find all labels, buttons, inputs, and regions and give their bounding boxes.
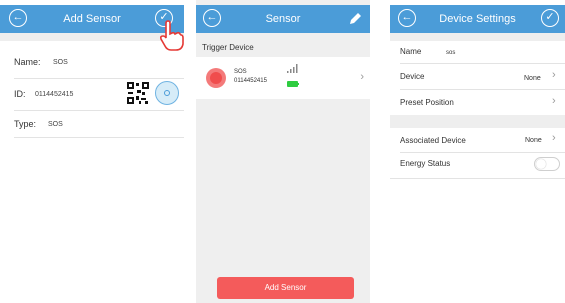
header-bar: ← Add Sensor ✓ (0, 5, 184, 33)
name-field[interactable]: sos (446, 50, 455, 56)
header-bar: ← Sensor (196, 5, 370, 33)
chevron-right-icon: › (552, 132, 556, 144)
associated-device-row[interactable]: Associated Device None › (390, 128, 565, 152)
section-divider (390, 115, 565, 128)
id-label: ID: (14, 89, 26, 99)
divider (14, 78, 184, 79)
device-id: 0114452415 (234, 78, 267, 84)
header-divider (390, 33, 565, 41)
battery-icon (287, 81, 299, 87)
divider (14, 137, 184, 138)
qr-code-icon[interactable] (126, 81, 150, 105)
preset-position-row[interactable]: Preset Position › (390, 90, 565, 114)
energy-status-toggle[interactable] (534, 157, 560, 171)
associated-label: Associated Device (400, 136, 466, 145)
header-divider (0, 33, 184, 41)
hand-cursor-icon (159, 20, 184, 51)
check-icon[interactable]: ✓ (541, 9, 559, 27)
scan-icon[interactable] (155, 81, 179, 105)
device-name: SOS (234, 69, 247, 75)
signal-icon (287, 64, 298, 73)
type-label: Type: (14, 119, 37, 129)
associated-value: None (525, 137, 542, 144)
device-settings-screen: ← Device Settings ✓ Name sos Device None… (390, 0, 565, 303)
edit-icon[interactable] (349, 12, 362, 25)
device-row[interactable]: Device None › (390, 64, 565, 88)
type-field[interactable]: SOS (48, 121, 63, 128)
name-label: Name (400, 47, 422, 56)
chevron-right-icon: › (552, 95, 556, 107)
divider (400, 152, 565, 153)
name-field[interactable]: SOS (53, 59, 68, 66)
chevron-right-icon: › (360, 71, 364, 83)
sensor-screen: ← Sensor Trigger Device SOS 0114452415 ›… (196, 0, 370, 303)
section-label: Trigger Device (202, 43, 254, 52)
page-title: Device Settings (439, 13, 516, 25)
add-sensor-screen: ← Add Sensor ✓ Name: SOS ID: 0114452415 … (0, 0, 184, 303)
header-bar: ← Device Settings ✓ (390, 5, 565, 33)
preset-label: Preset Position (400, 98, 454, 107)
add-sensor-button[interactable]: Add Sensor (217, 277, 354, 299)
page-title: Sensor (265, 13, 301, 25)
sensor-status-icon (206, 68, 226, 88)
list-item[interactable]: SOS 0114452415 › (196, 57, 370, 99)
id-field[interactable]: 0114452415 (35, 91, 73, 98)
energy-label: Energy Status (400, 159, 451, 168)
name-label: Name: (14, 57, 41, 67)
divider (390, 178, 565, 179)
chevron-right-icon: › (552, 69, 556, 81)
device-value: None (524, 75, 541, 82)
divider (14, 110, 184, 111)
device-label: Device (400, 72, 425, 81)
